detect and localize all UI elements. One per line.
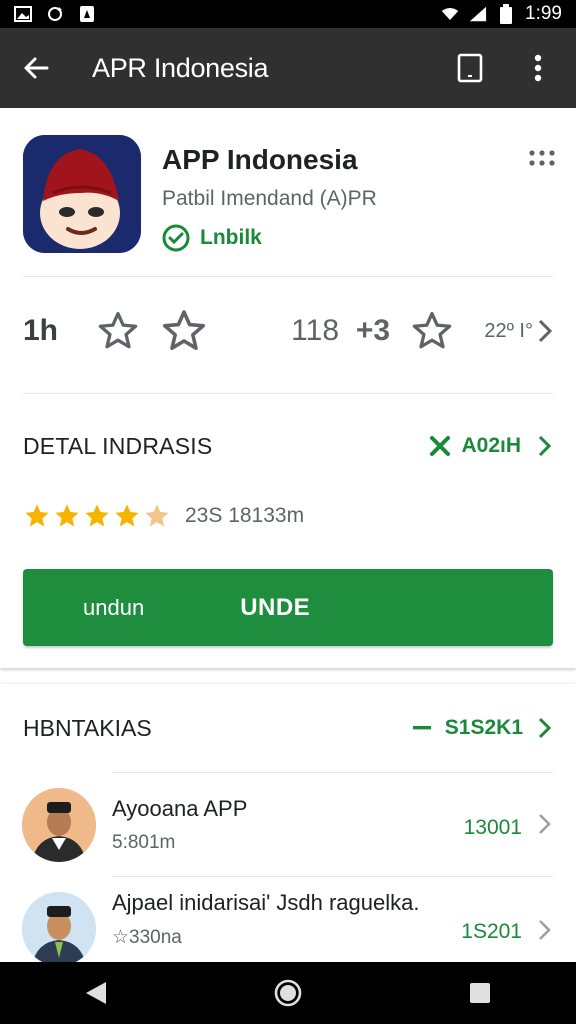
overflow-menu-icon (534, 54, 542, 82)
related-link-label: S1S2K1 (444, 716, 523, 739)
nav-recents-button[interactable] (450, 968, 510, 1018)
minus-icon (412, 726, 431, 730)
chevron-right-icon (539, 814, 551, 834)
list-item-value: 1S201 (461, 920, 522, 943)
star-half-icon (145, 504, 169, 527)
app-details-card: APP Indonesia Patbil Imendand (A)PR Lnbi… (0, 114, 576, 668)
related-link[interactable]: S1S2K1 (412, 716, 553, 740)
details-section-header: DETAL INDRASIS A02ıH (23, 424, 553, 468)
details-link[interactable]: A02ıH (429, 434, 553, 458)
divider (23, 276, 553, 277)
avatar (22, 788, 96, 862)
list-item-subtitle: ☆330na (112, 927, 182, 948)
verified-badge: Lnbilk (162, 224, 262, 252)
image-icon (14, 5, 32, 23)
back-button[interactable] (0, 28, 72, 108)
notification-icon (78, 5, 96, 23)
circle-home-icon (274, 979, 302, 1007)
rating-text: 23S 18133m (185, 504, 305, 527)
app-header: APP Indonesia Patbil Imendand (A)PR Lnbi… (0, 114, 576, 276)
wifi-icon (441, 5, 459, 23)
details-link-label: A02ıH (461, 434, 521, 457)
related-section-header: HBNTAKIAS S1S2K1 (23, 706, 553, 750)
chevron-right-icon (538, 319, 553, 343)
app-name: APP Indonesia (162, 144, 358, 175)
stat-plus: +3 (355, 314, 391, 347)
avatar (22, 892, 96, 966)
top-app-bar: APR Indonesia (0, 28, 576, 108)
install-button[interactable]: undun UNDE (23, 569, 553, 646)
triangle-back-icon (86, 982, 106, 1004)
tablet-icon (457, 53, 483, 83)
list-item-title: Ajpael inidarisai' Jsdh raguelka. (112, 890, 420, 915)
list-item[interactable]: Ayooana APP 5:801m 13001 (0, 782, 576, 882)
stat-right[interactable]: 22º I° (457, 318, 553, 344)
tablet-button[interactable] (446, 44, 494, 92)
rating-stars (23, 502, 171, 530)
install-secondary-label: undun (83, 594, 145, 620)
list-item-subtitle: 5:801m (112, 832, 176, 853)
related-title: HBNTAKIAS (23, 714, 152, 741)
chevron-right-icon (538, 435, 552, 457)
app-mascot-icon[interactable] (23, 135, 141, 253)
square-recents-icon (470, 983, 490, 1003)
app-options-button[interactable] (526, 146, 558, 170)
star-outline-icon[interactable] (151, 307, 217, 355)
stat-right-label: 22º I° (484, 319, 533, 342)
status-system: 1:99 (441, 3, 562, 25)
status-bar: 1:99 (0, 0, 576, 28)
status-time: 1:99 (525, 3, 562, 24)
nav-home-button[interactable] (258, 968, 318, 1018)
page-title: APR Indonesia (92, 52, 269, 83)
app-developer: Patbil Imendand (A)PR (162, 187, 377, 210)
back-arrow-icon (24, 57, 49, 79)
star-filled-icon (55, 504, 79, 527)
star-outline-icon[interactable] (85, 309, 151, 353)
signal-icon (469, 5, 487, 23)
star-filled-icon (25, 504, 49, 527)
stat-left: 1h (23, 314, 59, 347)
star-outline-icon[interactable] (407, 309, 457, 353)
stats-row: 1h 118 +3 22º I° (23, 299, 553, 363)
install-label: UNDE (240, 593, 311, 621)
sync-icon (46, 5, 64, 23)
star-filled-icon (115, 504, 139, 527)
details-title: DETAL INDRASIS (23, 432, 213, 459)
grid-dots-icon (529, 150, 555, 166)
check-circle-icon (162, 224, 190, 252)
list-item-value: 13001 (463, 816, 522, 839)
battery-icon (497, 4, 515, 24)
system-navigation-bar (0, 962, 576, 1024)
rating-row: 23S 18133m (23, 502, 304, 530)
chevron-right-icon (538, 717, 552, 739)
divider (112, 876, 553, 877)
status-notifications (14, 5, 96, 23)
divider (23, 393, 553, 394)
divider (112, 772, 553, 773)
stat-count: 118 (291, 314, 339, 347)
nav-back-button[interactable] (66, 968, 126, 1018)
related-apps-card: HBNTAKIAS S1S2K1 Ayooana APP 5:801m 1300… (0, 684, 576, 966)
badge-label: Lnbilk (200, 226, 262, 249)
star-filled-icon (85, 504, 109, 527)
list-item-title: Ayooana APP (112, 796, 248, 821)
overflow-menu-button[interactable] (514, 44, 562, 92)
chevron-right-icon (539, 920, 551, 940)
tools-icon (430, 436, 451, 456)
